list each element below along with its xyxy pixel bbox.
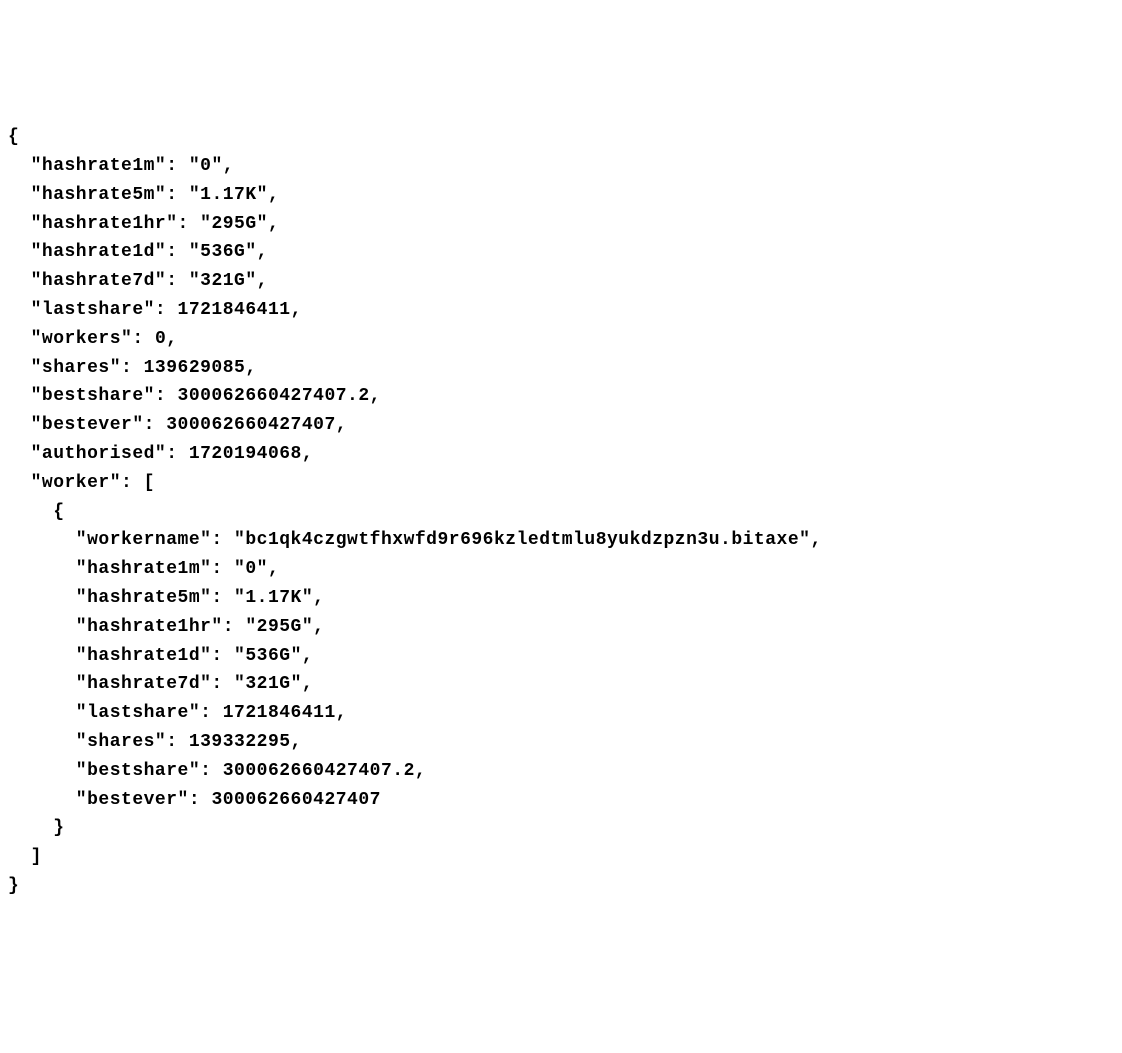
bestever-value: 300062660427407 — [166, 415, 336, 435]
hashrate1m-value: 0 — [200, 156, 211, 176]
hashrate1hr-value: 295G — [211, 214, 256, 234]
authorised-value: 1720194068 — [189, 444, 302, 464]
hashrate5m-value: 1.17K — [200, 185, 257, 205]
worker-bestshare-value: 300062660427407.2 — [223, 761, 415, 781]
json-text-output: { "hashrate1m": "0", "hashrate5m": "1.17… — [8, 123, 1114, 901]
worker-lastshare-value: 1721846411 — [223, 703, 336, 723]
worker-hashrate1hr-value: 295G — [257, 617, 302, 637]
hashrate7d-value: 321G — [200, 271, 245, 291]
worker-hashrate1m-value: 0 — [245, 559, 256, 579]
worker-workername-value: bc1qk4czgwtfhxwfd9r696kzledtmlu8yukdzpzn… — [245, 530, 799, 550]
worker-hashrate1d-value: 536G — [245, 646, 290, 666]
worker-hashrate5m-value: 1.17K — [245, 588, 302, 608]
worker-hashrate7d-value: 321G — [245, 674, 290, 694]
shares-value: 139629085 — [144, 358, 246, 378]
workers-value: 0 — [155, 329, 166, 349]
worker-bestever-value: 300062660427407 — [211, 790, 381, 810]
bestshare-value: 300062660427407.2 — [178, 386, 370, 406]
hashrate1d-value: 536G — [200, 242, 245, 262]
worker-shares-value: 139332295 — [189, 732, 291, 752]
lastshare-value: 1721846411 — [178, 300, 291, 320]
